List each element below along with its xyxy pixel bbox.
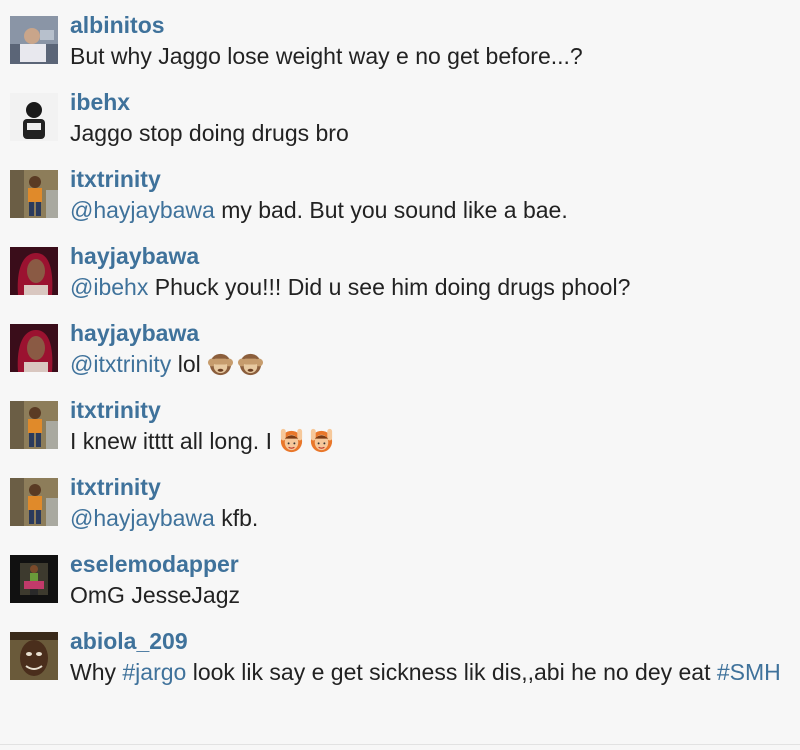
comment-text-segment: look lik say e get sickness lik dis,,abi… [186,659,717,685]
comment-text-segment: I knew itttt all long. I [70,428,279,454]
comment-text-segment: OmG JesseJagz [70,582,240,608]
divider [0,744,800,745]
comment-text: @hayjaybawa my bad. But you sound like a… [70,194,790,227]
comment-text-segment: Why [70,659,123,685]
see-no-evil-monkey-icon [237,350,264,377]
avatar-hayjaybawa-icon[interactable] [10,247,58,295]
mention-link[interactable]: @ibehx [70,274,148,300]
comment-text-segment: Jaggo stop doing drugs bro [70,120,349,146]
avatar-itxtrinity-icon[interactable] [10,478,58,526]
avatar-abiola-209-icon[interactable] [10,632,58,680]
comment-text: Jaggo stop doing drugs bro [70,117,790,150]
raising-hands-person-icon [278,427,305,454]
mention-link[interactable]: @itxtrinity [70,351,171,377]
hashtag-link[interactable]: #SMH [717,659,781,685]
comment-username[interactable]: itxtrinity [70,472,161,502]
comment-username[interactable]: itxtrinity [70,395,161,425]
comment-text-segment: lol [171,351,208,377]
comment-text-segment: Phuck you!!! Did u see him doing drugs p… [148,274,631,300]
comment-text: @itxtrinity lol [70,348,790,381]
comment-text: I knew itttt all long. I [70,425,790,458]
see-no-evil-monkey-icon [207,350,234,377]
mention-link[interactable]: @hayjaybawa [70,197,215,223]
avatar-eselemodapper-icon[interactable] [10,555,58,603]
comment-username[interactable]: ibehx [70,87,130,117]
comment-text: OmG JesseJagz [70,579,790,612]
comment-username[interactable]: hayjaybawa [70,318,199,348]
hashtag-link[interactable]: #jargo [122,659,186,685]
mention-link[interactable]: @hayjaybawa [70,505,215,531]
comment-text: But why Jaggo lose weight way e no get b… [70,40,790,73]
comment-text-segment: But why Jaggo lose weight way e no get b… [70,43,583,69]
comment-username[interactable]: itxtrinity [70,164,161,194]
avatar-itxtrinity-icon[interactable] [10,401,58,449]
raising-hands-person-icon [308,427,335,454]
comment-text: @ibehx Phuck you!!! Did u see him doing … [70,271,790,304]
avatar-itxtrinity-icon[interactable] [10,170,58,218]
comment-text: Why #jargo look lik say e get sickness l… [70,656,790,689]
avatar-albinitos-icon[interactable] [10,16,58,64]
comment-text-segment: my bad. But you sound like a bae. [214,197,568,223]
comment-text-segment: kfb. [214,505,259,531]
comment-username[interactable]: eselemodapper [70,549,239,579]
comment-username[interactable]: abiola_209 [70,626,188,656]
comment-text: @hayjaybawa kfb. [70,502,790,535]
comment-username[interactable]: hayjaybawa [70,241,199,271]
comment-username[interactable]: albinitos [70,10,165,40]
avatar-ibehx-icon[interactable] [10,93,58,141]
avatar-hayjaybawa-icon[interactable] [10,324,58,372]
